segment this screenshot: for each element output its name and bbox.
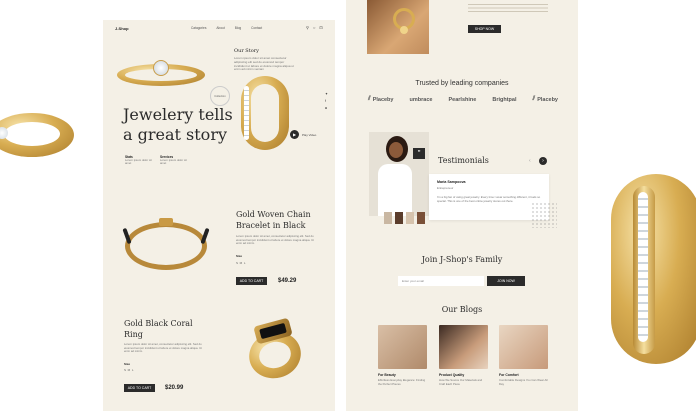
stat-text: Lorem ipsum dolor sit amet xyxy=(160,158,187,166)
testimonials-heading: Testimonials xyxy=(438,156,489,165)
company-logo: ⫽ Placeby xyxy=(368,96,394,103)
trusted-heading: Trusted by leading companies xyxy=(415,80,509,87)
blog-title[interactable]: Product Quality xyxy=(439,373,464,377)
testimonial-quote: I'm a big fan of using great jewelry. Ev… xyxy=(437,195,541,203)
testimonial-person-image xyxy=(372,132,422,216)
instagram-icon[interactable]: ◘ xyxy=(325,106,328,110)
product-2-title: Gold Black Coral Ring xyxy=(124,318,193,340)
product-1-add-to-cart-button[interactable]: ADD TO CART xyxy=(236,277,267,285)
earring-model-image xyxy=(367,0,429,54)
our-story-heading: Our Story xyxy=(234,48,259,54)
testimonial-name: Maria Sampoova xyxy=(437,180,466,184)
dot-pattern xyxy=(531,202,557,228)
hero-gold-band-image xyxy=(241,76,289,150)
prev-arrow-icon[interactable]: ‹ xyxy=(529,158,531,164)
blog-text: Comfortable Designs You Can Wear All Day xyxy=(499,378,548,386)
testimonial-role: Entrepreneur xyxy=(437,186,454,190)
social-icons: ✦ f ◘ xyxy=(325,92,328,110)
product-title-line-1: Gold Woven Chain xyxy=(236,210,311,219)
play-video-button[interactable]: ▶ Play Video xyxy=(290,130,316,139)
product-1-size-options[interactable]: S M L xyxy=(236,261,246,265)
product-title-line-1: Gold Black Coral xyxy=(124,319,193,328)
blogs-heading: Our Blogs xyxy=(441,305,483,314)
quote-icon: " xyxy=(413,148,425,159)
hero-title: Jewelery tells a great story xyxy=(123,105,233,145)
search-icon[interactable]: ⚲ xyxy=(306,25,309,30)
nav-item-contact[interactable]: Contact xyxy=(251,26,262,30)
stat-services-block: Stats Lorem ipsum dolor sit amet xyxy=(125,155,155,166)
right-page-panel: SHOP NOW Trusted by leading companies ⫽ P… xyxy=(346,0,578,411)
play-video-label: Play Video xyxy=(302,132,317,137)
left-ring-image xyxy=(0,105,76,165)
company-logo: Pearlshine xyxy=(448,96,477,103)
play-icon: ▶ xyxy=(290,130,299,139)
company-logo: ⫽ Placeby xyxy=(532,96,558,103)
header-icons: ⚲ ○ ⊡ xyxy=(306,25,323,30)
right-ring-image xyxy=(605,170,696,370)
blog-title[interactable]: For Beauty xyxy=(378,373,396,377)
product-2-size-label: Size xyxy=(124,362,131,366)
cart-icon[interactable]: ⊡ xyxy=(319,25,322,30)
company-logo: Brightpal xyxy=(492,96,517,103)
logo-mark-icon: ⫽ xyxy=(532,96,536,102)
product-1-description: Lorem ipsum dolor sit amet, consectetur … xyxy=(236,234,314,246)
nav-item-catagories[interactable]: Catagories xyxy=(191,26,206,30)
stat-text: Lorem ipsum dolor sit amet xyxy=(125,158,152,166)
top-nav: Catagories About Blog Contact xyxy=(191,26,262,30)
blog-image-beauty[interactable] xyxy=(378,325,427,369)
logo-mark-icon: ⫽ xyxy=(368,96,371,102)
left-page-panel: J-Shop Catagories About Blog Contact ⚲ ○… xyxy=(103,20,335,411)
product-2-price: $20.99 xyxy=(165,385,184,391)
product-1-size-label: Size xyxy=(236,254,243,258)
nav-item-blog[interactable]: Blog xyxy=(235,26,241,30)
collection-badge[interactable]: Collection xyxy=(210,86,230,106)
product-2-size-options[interactable]: S M L xyxy=(124,368,134,372)
product-1-title: Gold Woven Chain Bracelet in Black xyxy=(236,209,311,231)
bracelet-image xyxy=(121,216,213,276)
thumbnail[interactable] xyxy=(384,212,392,224)
blog-image-quality[interactable] xyxy=(439,325,488,369)
thumbnail[interactable] xyxy=(417,212,425,224)
product-title-line-2: Bracelet in Black xyxy=(236,221,306,230)
shop-now-button[interactable]: SHOP NOW xyxy=(468,25,501,33)
stat-support-block: Services Lorem ipsum dolor sit amet xyxy=(160,155,190,166)
company-logo: umbrace xyxy=(409,96,433,103)
hero-title-line-2: a great story xyxy=(123,125,227,144)
user-icon[interactable]: ○ xyxy=(313,25,315,30)
email-input[interactable]: Enter your email xyxy=(398,276,484,286)
twitter-icon[interactable]: ✦ xyxy=(325,92,328,96)
blog-text: Effortless Everyday Elegance: Finding th… xyxy=(378,378,426,386)
blog-text: How We Source Our Materials and Craft Ea… xyxy=(439,378,483,386)
hero-diamond-ring-image xyxy=(117,60,205,86)
blog-title[interactable]: For Comfort xyxy=(499,373,519,377)
hero-title-line-1: Jewelery tells xyxy=(123,105,233,124)
brand-logo[interactable]: J-Shop xyxy=(115,26,129,31)
product-2-add-to-cart-button[interactable]: ADD TO CART xyxy=(124,384,155,392)
family-heading: Join J-Shop's Family xyxy=(421,255,503,264)
next-arrow-button[interactable]: › xyxy=(539,157,547,165)
join-now-button[interactable]: JOIN NOW xyxy=(487,276,525,286)
blog-image-comfort[interactable] xyxy=(499,325,548,369)
product-2-description: Lorem ipsum dolor sit amet, consectetur … xyxy=(124,342,202,354)
our-story-text: Lorem ipsum dolor sit amet consectetur a… xyxy=(234,56,294,72)
thumbnail[interactable] xyxy=(395,212,403,224)
product-1-price: $49.29 xyxy=(278,278,297,284)
facebook-icon[interactable]: f xyxy=(325,99,328,103)
nav-item-about[interactable]: About xyxy=(216,26,224,30)
coral-ring-image xyxy=(243,317,307,384)
top-section-text xyxy=(468,4,548,14)
thumbnail[interactable] xyxy=(406,212,414,224)
company-logos: ⫽ Placeby umbrace Pearlshine Brightpal ⫽ P… xyxy=(368,96,558,103)
testimonial-thumbnails xyxy=(384,212,425,224)
product-title-line-2: Ring xyxy=(124,330,143,339)
